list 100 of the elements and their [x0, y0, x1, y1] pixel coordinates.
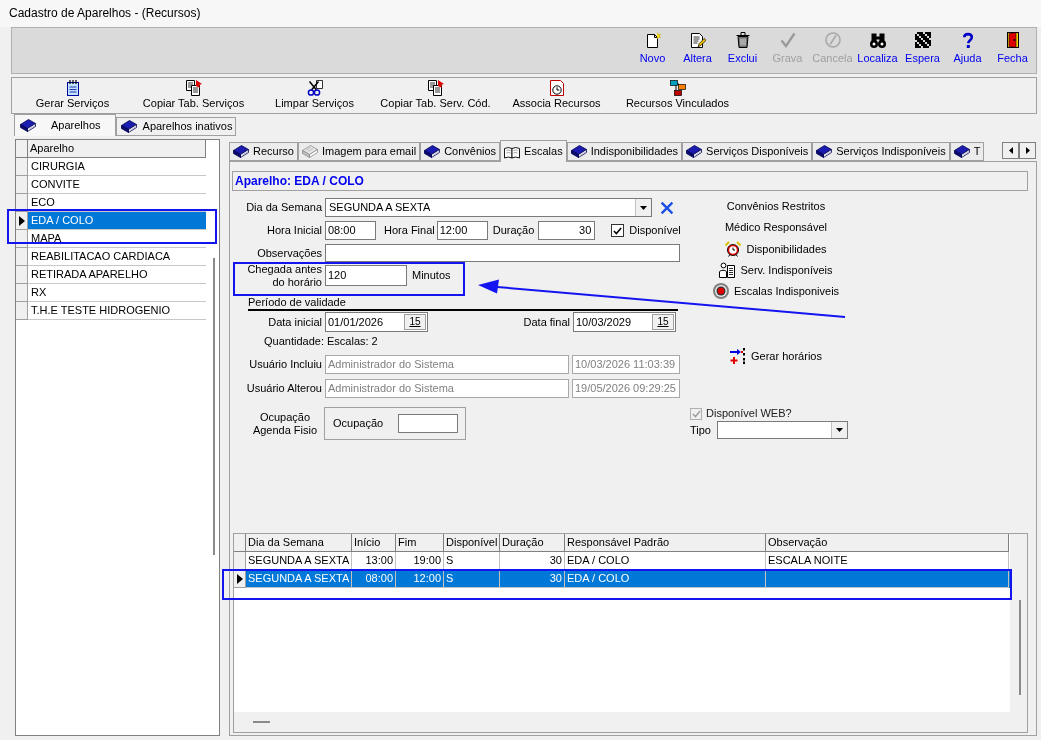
- field-label: Dia da Semana: [245, 201, 322, 214]
- scrollbar-thumb[interactable]: [1019, 600, 1021, 695]
- field-label: Usuário Alterou: [245, 382, 322, 395]
- table-cell: 13:00: [352, 552, 396, 570]
- weekday-select[interactable]: SEGUNDA A SEXTA: [325, 198, 652, 217]
- table-cell: 08:00: [352, 570, 396, 588]
- toolbar-button[interactable]: Ajuda: [945, 32, 990, 65]
- minutes-field[interactable]: 120: [325, 265, 407, 286]
- circle-slash-icon: [824, 32, 841, 48]
- target-icon: [712, 283, 729, 299]
- field-label: Hora Inicial: [265, 224, 322, 237]
- side-link-button[interactable]: Disponibilidades: [725, 241, 827, 257]
- timestamp-field: 19/05/2026 09:29:25: [572, 379, 680, 398]
- section-title: Período de validade: [248, 296, 347, 309]
- column-header[interactable]: Duração: [500, 534, 565, 552]
- toolbar-button[interactable]: Novo: [630, 32, 675, 65]
- column-header[interactable]: Início: [352, 534, 396, 552]
- list-item[interactable]: EDA / COLO: [28, 212, 206, 230]
- side-link-button[interactable]: Serv. Indisponíveis: [719, 262, 833, 278]
- tab[interactable]: Serviços Indisponíveis: [812, 142, 950, 161]
- field-label: Duração: [492, 224, 535, 237]
- row-indicator: [16, 266, 28, 284]
- count-text: Quantidade: Escalas: 2: [264, 335, 379, 348]
- right-arrow-icon: [1025, 147, 1030, 154]
- table-cell: SEGUNDA A SEXTA: [246, 552, 352, 570]
- toolbar-button[interactable]: Gerar Serviços: [12, 80, 133, 110]
- arrow-plus-icon: [730, 348, 747, 364]
- toolbar-button[interactable]: Espera: [900, 32, 945, 65]
- table-cell: S: [444, 552, 500, 570]
- occupancy-field[interactable]: [398, 414, 458, 433]
- tab[interactable]: Escalas: [500, 140, 567, 162]
- column-header[interactable]: Aparelho: [28, 140, 206, 158]
- tab[interactable]: Indisponibilidades: [566, 142, 683, 161]
- date-field[interactable]: 01/01/2026 15: [325, 312, 428, 332]
- clock-document-icon: [548, 80, 565, 96]
- field-label: Usuário Incluiu: [248, 358, 322, 371]
- column-header[interactable]: Observação: [766, 534, 1009, 552]
- scroll-left-button[interactable]: [1002, 142, 1019, 159]
- clear-icon[interactable]: [660, 200, 674, 215]
- calendar-button[interactable]: 15: [404, 314, 426, 330]
- toolbar-button[interactable]: Copiar Tab. Serviços: [133, 80, 254, 110]
- checkbox[interactable]: [611, 224, 625, 237]
- tab[interactable]: Recurso: [229, 142, 298, 161]
- side-link-button[interactable]: Escalas Indisponiveis: [712, 283, 840, 299]
- window-title: Cadastro de Aparelhos - (Recursos): [9, 7, 201, 20]
- toolbar-button[interactable]: Exclui: [720, 32, 765, 65]
- table-cell: EDA / COLO: [565, 570, 766, 588]
- scissors-icon: [306, 80, 323, 96]
- scroll-right-button[interactable]: [1019, 142, 1036, 159]
- toolbar-button[interactable]: Limpar Serviços: [254, 80, 375, 110]
- book-icon: [120, 118, 137, 135]
- record-header: Aparelho: EDA / COLO: [232, 171, 1028, 191]
- toolbar-button[interactable]: Recursos Vinculados: [617, 80, 738, 110]
- table-cell: SEGUNDA A SEXTA: [246, 570, 352, 588]
- notepad-icon: [64, 80, 81, 96]
- toolbar-button[interactable]: Fecha: [990, 32, 1035, 65]
- generate-button[interactable]: Gerar horários: [730, 348, 822, 364]
- scrollbar-thumb[interactable]: [213, 258, 215, 555]
- documents-icon: [427, 80, 444, 96]
- toolbar-button[interactable]: Copiar Tab. Serv. Cód.: [375, 80, 496, 110]
- tab[interactable]: Aparelhos inativos: [115, 117, 237, 136]
- notes-field[interactable]: [325, 244, 680, 262]
- checkmark-icon: [613, 226, 623, 235]
- side-link[interactable]: Médico Responsável: [724, 221, 828, 234]
- new-document-icon: [644, 32, 661, 48]
- side-link[interactable]: Convênios Restritos: [726, 200, 826, 213]
- type-select[interactable]: [717, 421, 848, 439]
- toolbar-button[interactable]: Localiza: [855, 32, 900, 65]
- user-field: Administrador do Sistema: [325, 379, 569, 398]
- checkered-icon: [914, 32, 931, 48]
- table-cell: EDA / COLO: [565, 552, 766, 570]
- calendar-button[interactable]: 15: [652, 314, 674, 330]
- toolbar-button[interactable]: Associa Recursos: [496, 80, 617, 110]
- date-field[interactable]: 10/03/2029 15: [573, 312, 676, 332]
- field-label: Data inicial: [267, 315, 322, 329]
- table-cell: 12:00: [396, 570, 444, 588]
- column-header[interactable]: Fim: [396, 534, 444, 552]
- start-time-field[interactable]: 08:00: [325, 221, 376, 240]
- computers-icon: [669, 80, 686, 96]
- row-indicator: [16, 302, 28, 320]
- tab[interactable]: Imagem para email: [297, 142, 421, 161]
- checkbox-label[interactable]: Disponível: [629, 224, 681, 237]
- toolbar-button[interactable]: Altera: [675, 32, 720, 65]
- tab[interactable]: Aparelhos: [14, 114, 116, 136]
- duration-field[interactable]: 30: [538, 221, 596, 240]
- group-label: Ocupação Agenda Fisio: [252, 410, 318, 437]
- column-header[interactable]: Disponível: [444, 534, 500, 552]
- book-icon: [816, 143, 833, 160]
- table-cell: 30: [500, 570, 565, 588]
- user-field: Administrador do Sistema: [325, 355, 569, 374]
- tab[interactable]: Serviços Disponíveis: [682, 142, 813, 161]
- caret-icon: [836, 428, 843, 432]
- end-time-field[interactable]: 12:00: [436, 221, 488, 240]
- tab[interactable]: Convênios: [420, 142, 501, 161]
- column-header[interactable]: Dia da Semana: [246, 534, 352, 552]
- column-header[interactable]: Responsável Padrão: [565, 534, 766, 552]
- scrollbar-thumb[interactable]: [253, 721, 270, 723]
- field-label: Chegada antes do horário: [246, 262, 322, 289]
- table-row[interactable]: SEGUNDA A SEXTA 13:00 19:00 S 30 EDA / COLO ESCALA NOITE: [234, 552, 1010, 570]
- tab[interactable]: T: [949, 142, 985, 161]
